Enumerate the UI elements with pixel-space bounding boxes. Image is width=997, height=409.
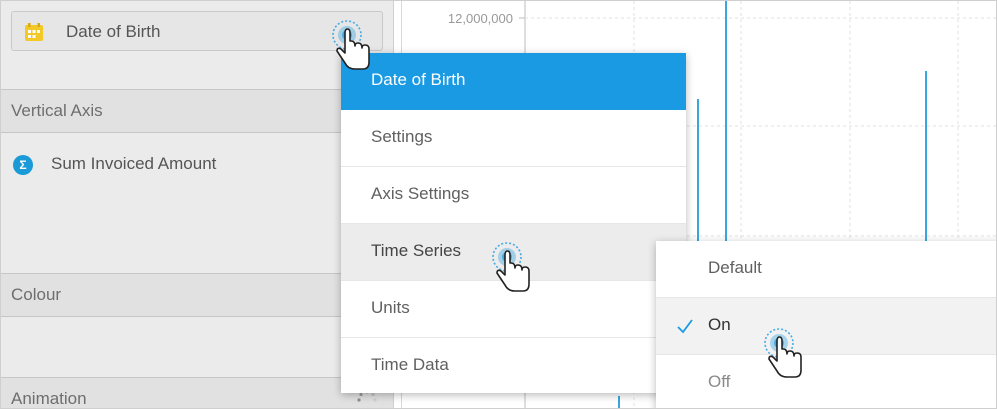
menu-item-date-of-birth[interactable]: Date of Birth (341, 53, 686, 110)
check-icon (677, 319, 693, 334)
submenu-item-off[interactable]: Off (656, 355, 996, 408)
submenu-item-label: Default (708, 258, 762, 277)
menu-item-label: Date of Birth (371, 70, 466, 89)
screenshot-frame: Date of Birth Vertical Axis Σ Sum Invoic… (0, 0, 997, 409)
menu-item-units[interactable]: Units (341, 281, 686, 338)
field-panel: Date of Birth Vertical Axis Σ Sum Invoic… (1, 1, 393, 408)
measure-label: Sum Invoiced Amount (51, 154, 217, 173)
menu-item-settings[interactable]: Settings (341, 110, 686, 167)
animation-section-header[interactable]: Animation (1, 377, 393, 408)
submenu-item-label: Off (708, 372, 731, 391)
animation-label: Animation (11, 389, 87, 408)
y-axis-tick-label: 12,000,000 (448, 11, 513, 26)
colour-section-header[interactable]: Colour (1, 273, 393, 317)
menu-item-label: Time Series (371, 241, 462, 260)
menu-item-axis-settings[interactable]: Axis Settings (341, 167, 686, 224)
submenu-item-label: On (708, 315, 731, 334)
menu-item-time-data[interactable]: Time Data (341, 338, 686, 395)
field-context-menu: Date of Birth Settings Axis Settings Tim… (341, 53, 686, 393)
menu-item-label: Axis Settings (371, 184, 470, 203)
sigma-icon: Σ (13, 155, 33, 175)
submenu-item-on[interactable]: On (656, 298, 996, 355)
submenu-item-default[interactable]: Default (656, 241, 996, 298)
menu-item-label: Time Data (371, 355, 449, 374)
vertical-axis-section-header[interactable]: Vertical Axis (1, 89, 393, 133)
colour-label: Colour (11, 285, 62, 304)
field-pill-label: Date of Birth (66, 22, 161, 41)
date-of-birth-field-pill[interactable]: Date of Birth (11, 11, 383, 51)
time-series-submenu: Default On Off (656, 241, 996, 408)
vertical-axis-label: Vertical Axis (11, 101, 103, 120)
menu-item-label: Units (371, 298, 410, 317)
menu-item-label: Settings (371, 127, 433, 146)
menu-item-time-series[interactable]: Time Series (341, 224, 686, 281)
calendar-icon (25, 23, 43, 41)
